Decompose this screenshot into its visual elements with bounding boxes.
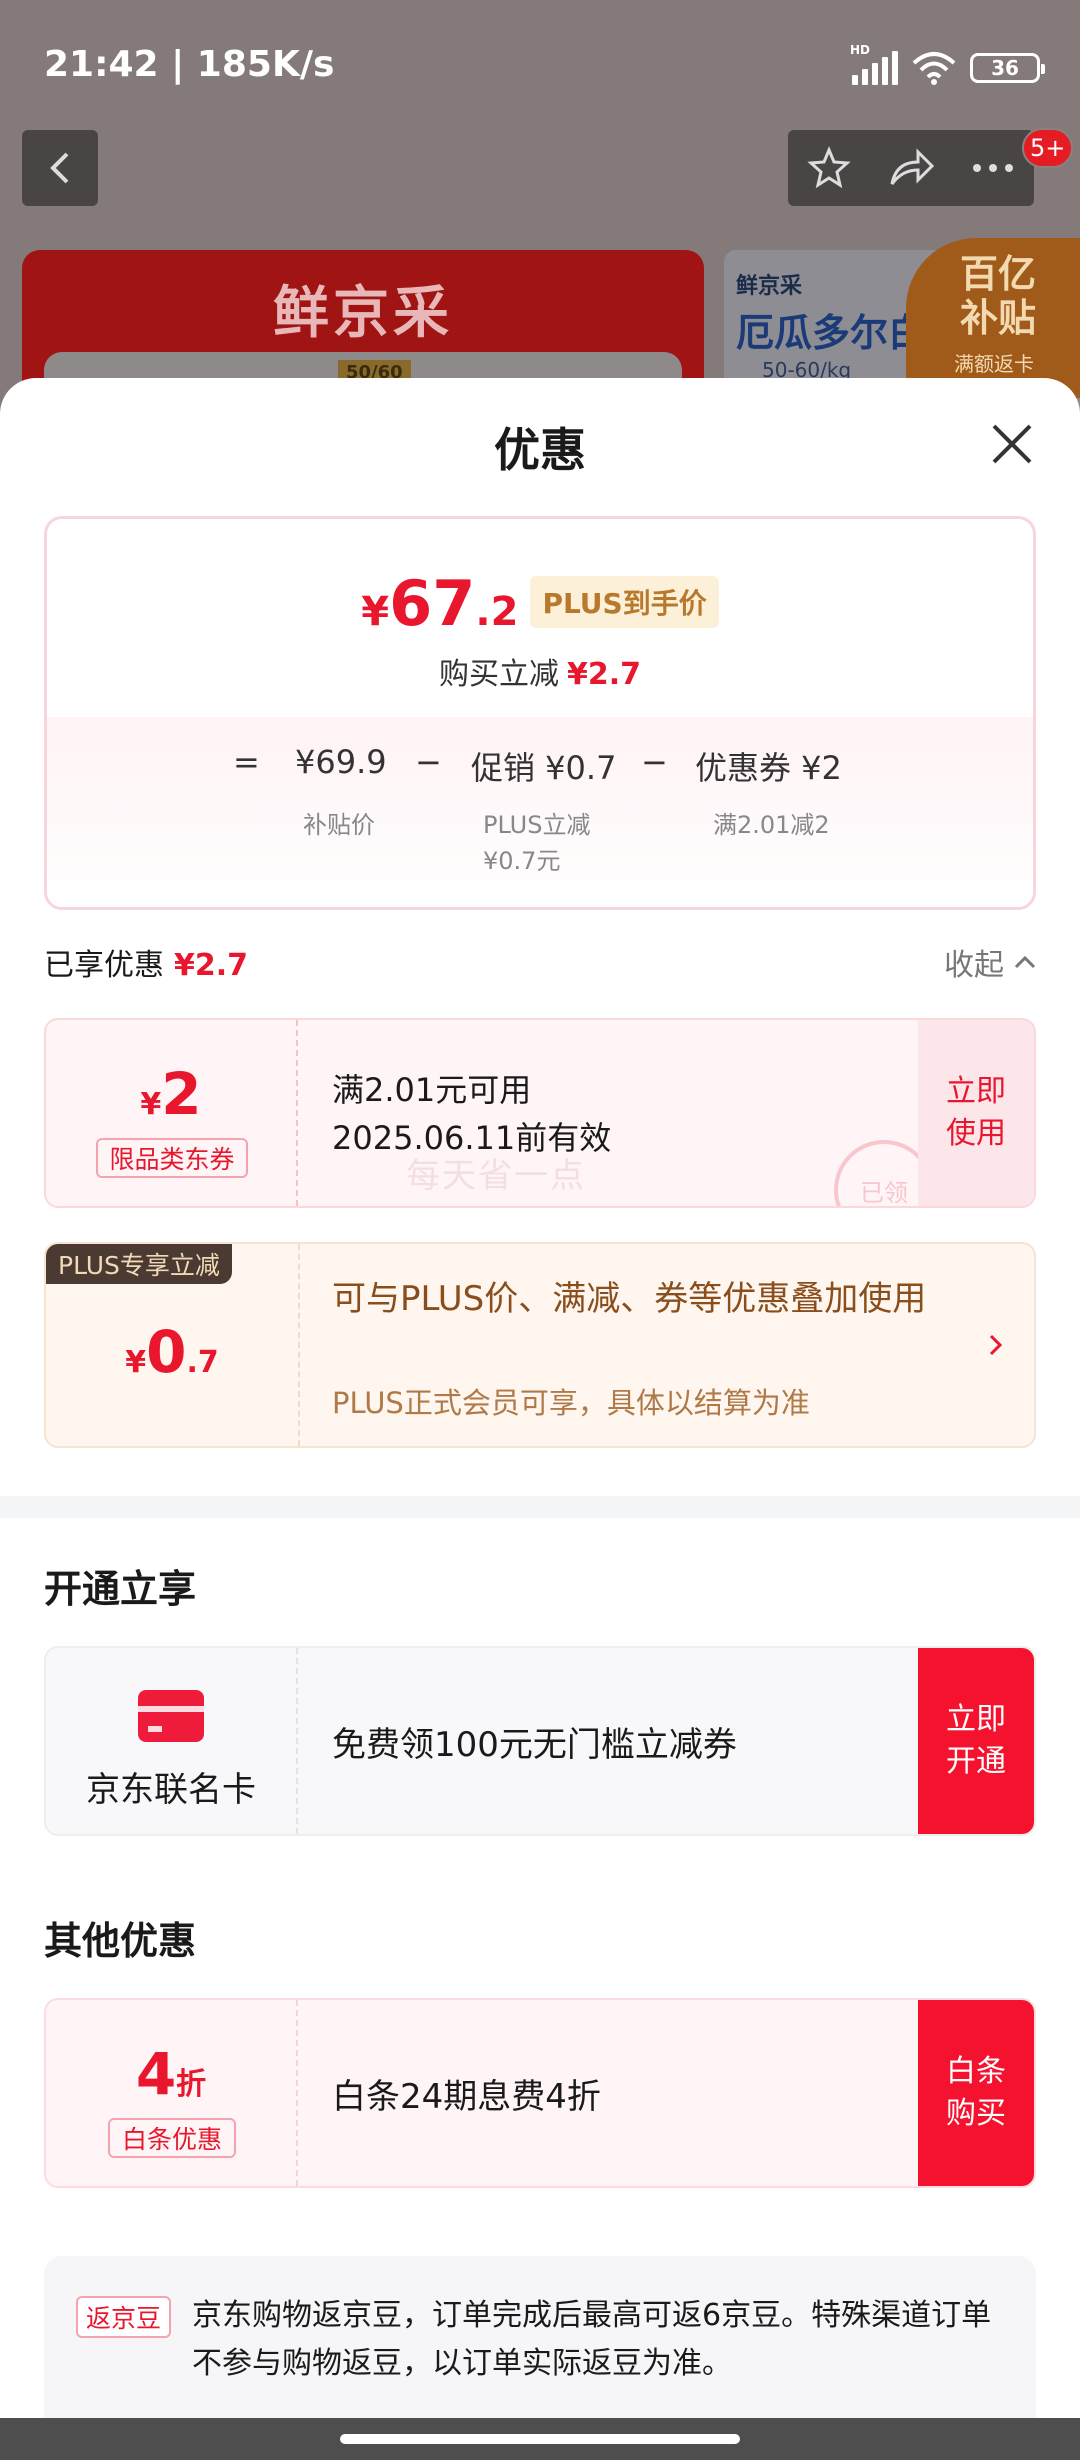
card-offer-left: 京东联名卡 — [46, 1648, 298, 1834]
buy-discount: 购买立减 ¥2.7 — [47, 649, 1033, 693]
discount-sheet: 优惠 ¥67.2 PLUS到手价 购买立减 ¥2.7 = ¥69.9 − 促销 ¥… — [0, 378, 1080, 2418]
formula-minus: − — [641, 743, 668, 781]
share-icon[interactable] — [888, 148, 934, 188]
button-label-line1: 白条 — [946, 2054, 1006, 2089]
home-indicator[interactable] — [340, 2434, 740, 2444]
back-button[interactable] — [22, 130, 98, 206]
coupon-expiry: 2025.06.11前有效 — [332, 1119, 612, 1157]
coupon-details: 满2.01元可用 2025.06.11前有效 — [332, 1066, 611, 1162]
message-badge: 5+ — [1022, 128, 1074, 168]
bean-text: 京东购物返京豆，订单完成后最高可返6京豆。特殊渠道订单不参与购物返豆，以订单实际… — [192, 2298, 992, 2381]
promo-right-brand: 鲜京采 — [736, 274, 803, 299]
coupon-amount: ¥2 — [46, 1060, 296, 1128]
final-price: ¥67.2 — [361, 567, 518, 640]
currency-symbol: ¥ — [125, 1345, 147, 1380]
more-icon[interactable] — [971, 162, 1015, 174]
battery-icon: 36 — [970, 53, 1045, 83]
nav-actions — [788, 130, 1034, 206]
baitiao-discount: 4折 — [46, 2040, 296, 2108]
network-type: HD — [850, 43, 871, 57]
collapse-label: 收起 — [944, 948, 1004, 983]
formula-base-price: ¥69.9 — [295, 743, 387, 781]
plus-offer-card[interactable]: PLUS专享立减 ¥0.7 可与PLUS价、满减、券等优惠叠加使用 PLUS正式… — [44, 1242, 1036, 1448]
button-label-line1: 立即 — [946, 1702, 1006, 1737]
coupon-condition: 满2.01元可用 — [332, 1071, 532, 1109]
baitiao-buy-button[interactable]: 白条 购买 — [918, 2000, 1034, 2186]
subsidy-title: 百亿补贴 — [960, 252, 1037, 340]
enjoyed-value: ¥2.7 — [174, 948, 249, 983]
buy-discount-value: ¥2.7 — [566, 657, 642, 692]
button-label-line2: 购买 — [946, 2096, 1006, 2131]
plus-offer-label: PLUS专享立减 — [46, 1244, 232, 1284]
promo-label-line1: PLUS立减 — [483, 811, 591, 839]
use-coupon-button[interactable]: 立即 使用 — [918, 1020, 1034, 1206]
plus-price-tag: PLUS到手价 — [530, 576, 719, 628]
button-label-line2: 使用 — [946, 1116, 1006, 1151]
plus-offer-desc: PLUS正式会员可享，具体以结算为准 — [332, 1386, 810, 1420]
status-icons: HD 36 — [850, 43, 1045, 86]
co-branded-card-offer: 京东联名卡 免费领100元无门槛立减券 立即开通 — [44, 1646, 1036, 1836]
baitiao-offer-text: 白条24期息费4折 — [332, 2076, 601, 2117]
promo-right-title: 厄瓜多尔白 — [736, 311, 927, 355]
enjoyed-label: 已享优惠 — [44, 948, 164, 983]
status-bar: 21:42 | 185K/s HD 36 — [0, 0, 1080, 130]
coupon-amount-value: 2 — [161, 1060, 202, 1128]
formula-promo: 促销 ¥0.7 — [471, 749, 617, 787]
button-label-line2: 开通 — [946, 1744, 1006, 1779]
coupon-card: ¥2 限品类东券 每天省一点 满2.01元可用 2025.06.11前有效 已领… — [44, 1018, 1036, 1208]
open-section-title: 开通立享 — [44, 1567, 197, 1611]
close-icon[interactable] — [988, 420, 1036, 468]
chevron-up-icon — [1014, 955, 1036, 969]
amount-decimal: .7 — [186, 1345, 219, 1380]
enjoyed-discount: 已享优惠 ¥2.7 — [44, 940, 248, 984]
promo-label-line2: ¥0.7元 — [483, 847, 561, 875]
coupon-label: 满2.01减2 — [713, 811, 830, 839]
chevron-left-icon — [50, 152, 69, 184]
amount-integer: 0 — [146, 1318, 187, 1386]
collapse-toggle[interactable]: 收起 — [944, 940, 1036, 984]
baitiao-offer-left: 4折 白条优惠 — [46, 2000, 298, 2186]
wifi-icon — [912, 52, 956, 85]
sheet-title: 优惠 — [494, 423, 586, 477]
credit-card-icon — [138, 1690, 204, 1742]
price-decimal: .2 — [475, 589, 519, 635]
status-time: 21:42 | 185K/s — [44, 44, 335, 85]
card-name: 京东联名卡 — [86, 1770, 256, 1810]
currency-symbol: ¥ — [361, 589, 390, 635]
divider — [298, 1244, 300, 1446]
coupon-type-tag: 限品类东券 — [96, 1138, 248, 1178]
formula-coupon: 优惠券 ¥2 — [695, 749, 842, 787]
open-card-button[interactable]: 立即 开通 — [918, 1648, 1034, 1834]
formula-minus: − — [415, 743, 442, 781]
plus-offer-amount: ¥0.7 — [46, 1318, 298, 1386]
baitiao-offer-card: 4折 白条优惠 白条24期息费4折 白条购买 — [44, 1998, 1036, 2188]
formula-equals: = — [233, 743, 260, 781]
buy-discount-label: 购买立减 — [438, 657, 559, 692]
final-price-row: ¥67.2 PLUS到手价 — [47, 567, 1033, 640]
bean-tag: 返京豆 — [76, 2296, 172, 2338]
subsidy-badge: 百亿补贴 满额返卡 — [906, 238, 1080, 398]
card-offer-text: 免费领100元无门槛立减券 — [332, 1724, 737, 1765]
subsidy-sub: 满额返卡 — [954, 352, 1034, 376]
plus-offer-title: 可与PLUS价、满减、券等优惠叠加使用 — [332, 1279, 927, 1319]
currency-symbol: ¥ — [140, 1087, 162, 1122]
section-divider — [0, 1496, 1080, 1518]
jd-bean-notice: 返京豆 京东购物返京豆，订单完成后最高可返6京豆。特殊渠道订单不参与购物返豆，以… — [44, 2256, 1036, 2418]
chevron-right-icon — [989, 1334, 1003, 1356]
base-price-label: 补贴价 — [303, 811, 375, 839]
price-breakdown-card: ¥67.2 PLUS到手价 购买立减 ¥2.7 = ¥69.9 − 促销 ¥0.7… — [44, 516, 1036, 910]
price-formula: = ¥69.9 − 促销 ¥0.7 − 优惠券 ¥2 补贴价 PLUS立减 ¥0… — [47, 717, 1033, 907]
other-section-title: 其他优惠 — [44, 1919, 197, 1963]
system-nav-bar — [0, 2418, 1080, 2460]
star-icon[interactable] — [807, 146, 851, 190]
button-label-line1: 立即 — [946, 1074, 1006, 1109]
baitiao-tag: 白条优惠 — [108, 2118, 236, 2158]
coupon-value: ¥2 限品类东券 — [46, 1020, 298, 1206]
promo-brand: 鲜京采 — [273, 281, 453, 346]
discount-unit: 折 — [176, 2067, 207, 2102]
discount-value: 4 — [135, 2040, 177, 2108]
price-integer: 67 — [389, 567, 476, 640]
signal-icon: HD — [850, 43, 898, 85]
price-summary: ¥67.2 PLUS到手价 购买立减 ¥2.7 — [47, 519, 1033, 717]
